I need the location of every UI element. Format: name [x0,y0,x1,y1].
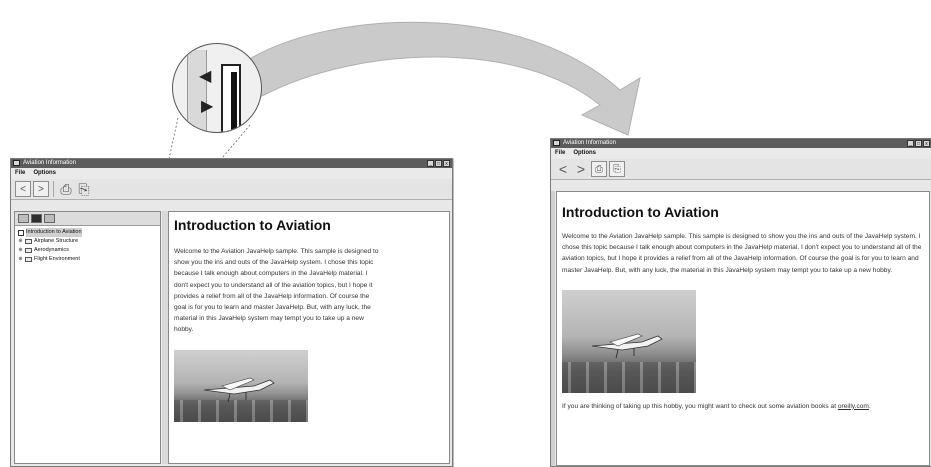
tree-item-label: Flight Environment [34,256,80,262]
minimize-button[interactable]: _ [907,140,914,147]
navigator-tabs [15,212,160,226]
transition-arrow-body [247,21,641,136]
toc-tree: Introduction to Aviation ⊕ Airplane Stru… [15,226,160,264]
menu-options[interactable]: Options [33,168,56,179]
airplane-icon [591,333,663,358]
forward-arrow-icon: > [38,183,44,195]
print-icon: ⎙ [60,180,72,197]
close-button[interactable]: x [923,140,930,147]
tree-item-label: Airplane Structure [34,238,79,244]
right-help-window: Aviation Information _ □ x File Options … [550,138,931,467]
left-content-pane: Introduction to Aviation Welcome to the … [168,211,450,464]
footer-text: If you are thinking of taking up this ho… [562,402,838,410]
forward-button[interactable]: > [33,181,49,197]
folder-icon [25,239,32,244]
maximize-button[interactable]: □ [915,140,922,147]
window-app-icon [13,160,20,166]
tree-item-airplane-structure[interactable]: ⊕ Airplane Structure [18,237,160,246]
tree-item-flight-environment[interactable]: ⊕ Flight Environment [18,255,160,264]
menu-file[interactable]: File [555,148,565,159]
back-button[interactable]: < [15,181,31,197]
left-title-bar: Aviation Information _ □ x [11,159,452,168]
print-button[interactable]: ⎙ [591,161,607,177]
window-app-icon [553,140,560,146]
print-setup-icon: ⎘ [78,180,90,197]
footer-end: . [868,402,871,410]
left-menu-bar: File Options [11,168,452,179]
expand-icon[interactable]: ⊕ [18,237,23,246]
back-button[interactable]: < [555,161,571,177]
collapsed-navigator-edge[interactable] [551,191,555,466]
search-tab[interactable] [44,214,55,223]
maximize-button[interactable]: □ [435,160,442,167]
expand-right-icon: ▶ [201,98,214,115]
article-heading: Introduction to Aviation [174,217,331,233]
zoom-magnifier: ◀ ▶ [172,43,262,133]
forward-arrow-icon: > [576,161,586,177]
right-content-pane: Introduction to Aviation Welcome to the … [556,191,930,466]
minimize-button[interactable]: _ [427,160,434,167]
document-icon [18,229,24,236]
toc-tab[interactable] [18,214,29,223]
tree-item-label: Aerodynamics [34,247,69,253]
article-footer: If you are thinking of taking up this ho… [562,401,924,412]
right-toolbar: < > ⎙ ⎘ [551,159,931,180]
tree-item-introduction[interactable]: Introduction to Aviation [18,228,160,237]
right-title-bar: Aviation Information _ □ x [551,139,931,148]
left-window-title: Aviation Information [23,160,76,166]
article-body: Welcome to the Aviation JavaHelp sample.… [174,248,379,334]
zoom-scrollbar [231,72,237,132]
expand-icon[interactable]: ⊕ [18,246,23,255]
left-toolbar: < > ⎙ ⎘ [11,179,452,200]
back-arrow-icon: < [20,183,26,195]
print-button[interactable]: ⎙ [58,181,74,197]
tree-item-aerodynamics[interactable]: ⊕ Aerodynamics [18,246,160,255]
right-menu-bar: File Options [551,148,931,159]
back-arrow-icon: < [558,161,568,177]
print-setup-button[interactable]: ⎘ [76,181,92,197]
navigation-pane: Introduction to Aviation ⊕ Airplane Stru… [14,211,161,464]
forward-button[interactable]: > [573,161,589,177]
left-help-window: Aviation Information _ □ x File Options … [10,158,453,467]
airplane-photo [562,289,696,393]
article-heading: Introduction to Aviation [562,204,719,220]
folder-icon [25,248,32,253]
zoom-splitter-bar [187,50,207,132]
collapse-left-icon: ◀ [199,68,212,85]
expand-icon[interactable]: ⊕ [18,255,23,264]
right-window-title: Aviation Information [563,140,616,146]
menu-options[interactable]: Options [573,148,596,159]
toolbar-separator [53,181,54,197]
folder-icon [25,257,32,262]
airplane-icon [203,377,275,402]
print-setup-button[interactable]: ⎘ [609,161,625,177]
print-setup-icon: ⎘ [613,163,621,175]
menu-file[interactable]: File [15,168,25,179]
print-icon: ⎙ [595,163,603,175]
article-body: Welcome to the Aviation JavaHelp sample.… [562,233,922,274]
tree-item-label: Introduction to Aviation [26,228,82,237]
close-button[interactable]: x [443,160,450,167]
oreilly-link[interactable]: oreilly.com [838,403,869,410]
index-tab[interactable] [31,214,42,223]
airplane-photo [174,349,308,422]
